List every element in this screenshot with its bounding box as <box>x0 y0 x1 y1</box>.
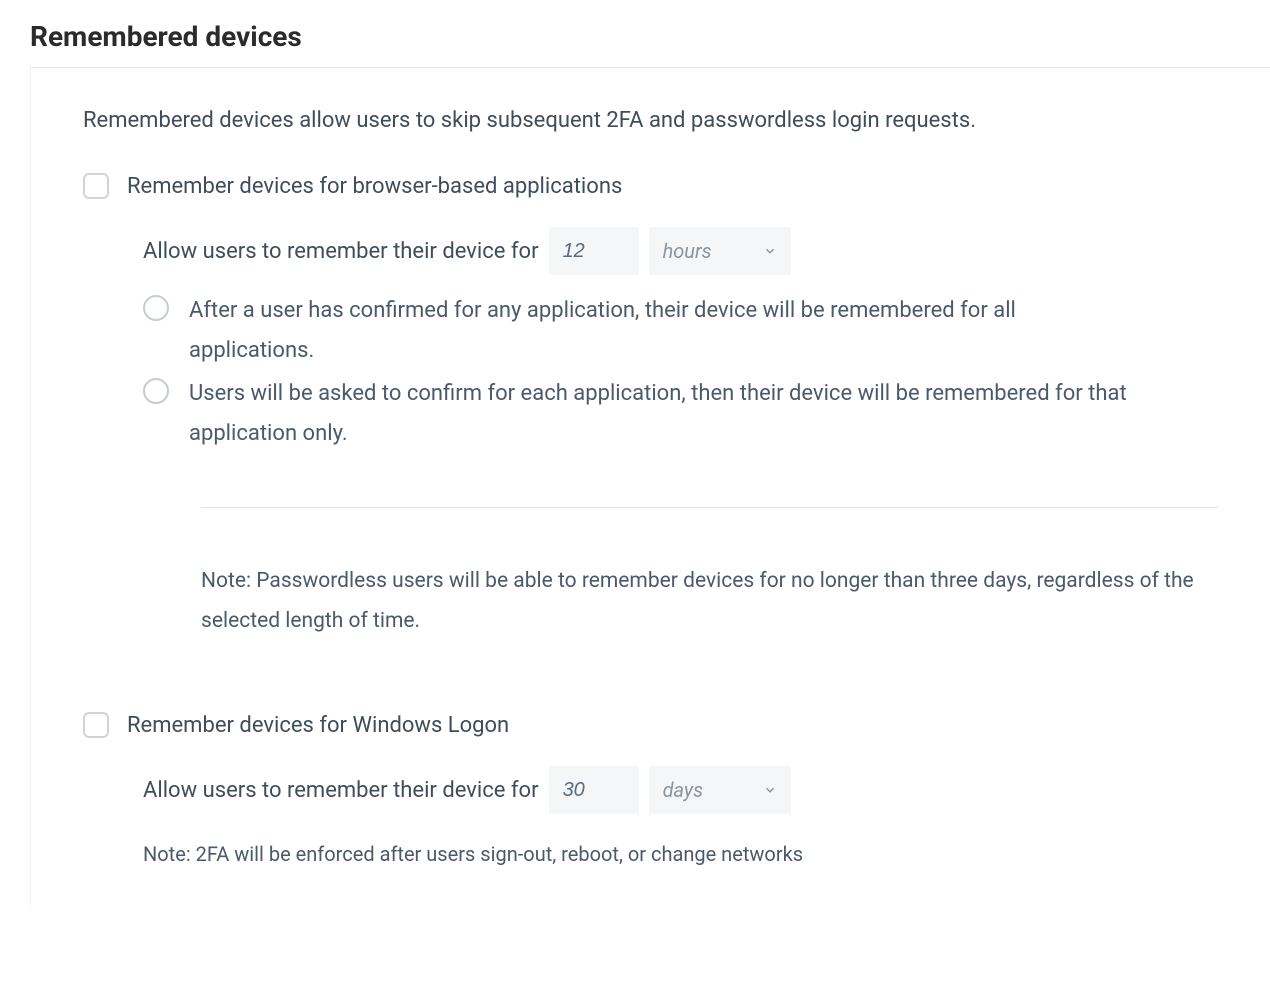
section-intro: Remembered devices allow users to skip s… <box>83 108 1218 133</box>
browser-unit-label: hours <box>663 239 763 263</box>
browser-checkbox-label: Remember devices for browser-based appli… <box>127 174 622 199</box>
browser-checkbox[interactable] <box>83 173 109 199</box>
windows-settings: Allow users to remember their device for… <box>143 766 1218 866</box>
browser-allow-prefix: Allow users to remember their device for <box>143 239 539 264</box>
browser-checkbox-row: Remember devices for browser-based appli… <box>83 173 1218 199</box>
windows-allow-prefix: Allow users to remember their device for <box>143 778 539 803</box>
radio-each-app-label: Users will be asked to confirm for each … <box>189 374 1139 453</box>
windows-checkbox-row: Remember devices for Windows Logon <box>83 712 1218 738</box>
browser-note: Note: Passwordless users will be able to… <box>201 562 1201 642</box>
windows-checkbox[interactable] <box>83 712 109 738</box>
windows-unit-select[interactable]: days <box>649 766 791 814</box>
windows-unit-label: days <box>663 778 763 802</box>
browser-unit-select[interactable]: hours <box>649 227 791 275</box>
windows-allow-row: Allow users to remember their device for… <box>143 766 1218 814</box>
radio-all-apps-label: After a user has confirmed for any appli… <box>189 291 1139 370</box>
browser-settings: Allow users to remember their device for… <box>143 227 1218 642</box>
windows-duration-input[interactable] <box>549 766 639 814</box>
radio-each-app[interactable] <box>143 378 169 404</box>
radio-all-apps[interactable] <box>143 295 169 321</box>
windows-checkbox-label: Remember devices for Windows Logon <box>127 713 509 738</box>
browser-allow-row: Allow users to remember their device for… <box>143 227 1218 275</box>
remembered-devices-panel: Remembered devices allow users to skip s… <box>30 67 1270 906</box>
radio-row-each: Users will be asked to confirm for each … <box>143 374 1218 453</box>
radio-row-all: After a user has confirmed for any appli… <box>143 291 1218 370</box>
divider <box>201 507 1218 508</box>
chevron-down-icon <box>763 783 777 797</box>
windows-note: Note: 2FA will be enforced after users s… <box>143 842 1218 866</box>
chevron-down-icon <box>763 244 777 258</box>
browser-duration-input[interactable] <box>549 227 639 275</box>
section-title: Remembered devices <box>0 0 1270 67</box>
browser-radio-group: After a user has confirmed for any appli… <box>143 291 1218 453</box>
